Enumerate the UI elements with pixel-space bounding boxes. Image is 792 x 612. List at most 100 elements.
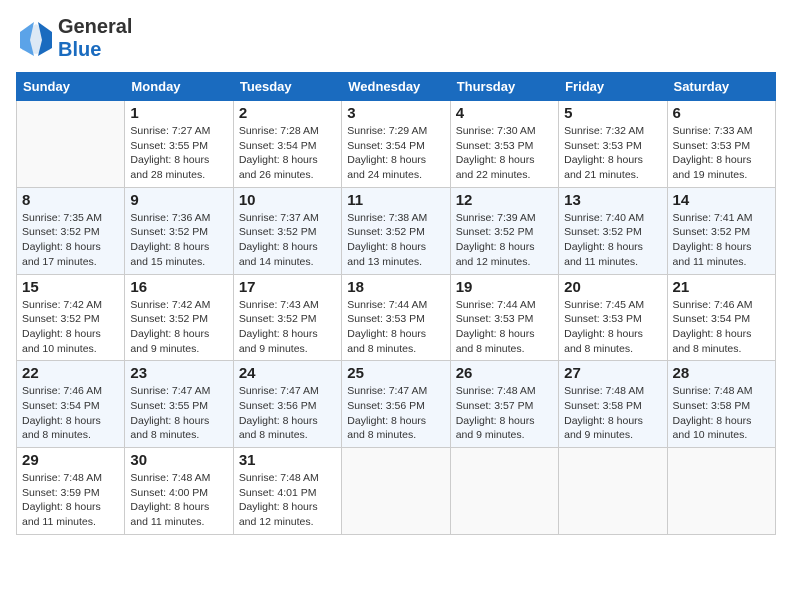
day-number: 15 — [22, 279, 119, 296]
calendar-cell: 24Sunrise: 7:47 AMSunset: 3:56 PMDayligh… — [233, 361, 341, 448]
day-sunrise: Sunrise: 7:47 AMSunset: 3:56 PMDaylight:… — [347, 385, 427, 441]
calendar-cell: 11Sunrise: 7:38 AMSunset: 3:52 PMDayligh… — [342, 187, 450, 274]
day-sunrise: Sunrise: 7:29 AMSunset: 3:54 PMDaylight:… — [347, 125, 427, 181]
calendar-cell: 12 Sunrise: 7:39 AMSunset: 3:52 PMDayligh… — [450, 187, 558, 274]
calendar-cell: 23 Sunrise: 7:47 AMSunset: 3:55 PMDayligh… — [125, 361, 233, 448]
day-sunrise: Sunrise: 7:48 AMSunset: 4:00 PMDaylight:… — [130, 472, 210, 528]
day-number: 1 — [130, 105, 227, 122]
day-number: 14 — [673, 192, 770, 209]
col-header-wednesday: Wednesday — [342, 73, 450, 101]
calendar-cell: 14 Sunrise: 7:41 AMSunset: 3:52 PMDayligh… — [667, 187, 775, 274]
day-number: 23 — [130, 365, 227, 382]
day-number: 4 — [456, 105, 553, 122]
day-sunrise: Sunrise: 7:33 AMSunset: 3:53 PMDaylight:… — [673, 125, 753, 181]
col-header-friday: Friday — [559, 73, 667, 101]
day-number: 26 — [456, 365, 553, 382]
calendar-cell: 13 Sunrise: 7:40 AMSunset: 3:52 PMDayligh… — [559, 187, 667, 274]
day-sunrise: Sunrise: 7:44 AMSunset: 3:53 PMDaylight:… — [347, 299, 427, 355]
day-sunrise: Sunrise: 7:42 AMSunset: 3:52 PMDaylight:… — [130, 299, 210, 355]
day-number: 12 — [456, 192, 553, 209]
day-number: 20 — [564, 279, 661, 296]
col-header-monday: Monday — [125, 73, 233, 101]
day-sunrise: Sunrise: 7:48 AMSunset: 3:57 PMDaylight:… — [456, 385, 536, 441]
day-number: 17 — [239, 279, 336, 296]
day-sunrise: Sunrise: 7:43 AMSunset: 3:52 PMDaylight:… — [239, 299, 319, 355]
calendar-body: 1 Sunrise: 7:27 AMSunset: 3:55 PMDaylight… — [17, 101, 776, 535]
day-sunrise: Sunrise: 7:48 AMSunset: 4:01 PMDaylight:… — [239, 472, 319, 528]
calendar-cell: 31 Sunrise: 7:48 AMSunset: 4:01 PMDayligh… — [233, 448, 341, 535]
general-blue-icon — [16, 20, 54, 58]
day-number: 31 — [239, 452, 336, 469]
calendar-cell: 30 Sunrise: 7:48 AMSunset: 4:00 PMDayligh… — [125, 448, 233, 535]
col-header-tuesday: Tuesday — [233, 73, 341, 101]
day-sunrise: Sunrise: 7:30 AMSunset: 3:53 PMDaylight:… — [456, 125, 536, 181]
calendar-week-2: 8Sunrise: 7:35 AMSunset: 3:52 PMDaylight… — [17, 187, 776, 274]
day-number: 30 — [130, 452, 227, 469]
calendar-cell: 28 Sunrise: 7:48 AMSunset: 3:58 PMDayligh… — [667, 361, 775, 448]
calendar-cell — [559, 448, 667, 535]
calendar-cell — [667, 448, 775, 535]
day-sunrise: Sunrise: 7:37 AMSunset: 3:52 PMDaylight:… — [239, 212, 319, 268]
day-number: 28 — [673, 365, 770, 382]
day-sunrise: Sunrise: 7:39 AMSunset: 3:52 PMDaylight:… — [456, 212, 536, 268]
day-number: 11 — [347, 192, 444, 209]
day-sunrise: Sunrise: 7:48 AMSunset: 3:58 PMDaylight:… — [673, 385, 753, 441]
day-sunrise: Sunrise: 7:42 AMSunset: 3:52 PMDaylight:… — [22, 299, 102, 355]
logo-general: General — [58, 16, 132, 38]
calendar-cell: 8Sunrise: 7:35 AMSunset: 3:52 PMDaylight… — [17, 187, 125, 274]
day-sunrise: Sunrise: 7:46 AMSunset: 3:54 PMDaylight:… — [22, 385, 102, 441]
calendar-cell: 15 Sunrise: 7:42 AMSunset: 3:52 PMDayligh… — [17, 274, 125, 361]
calendar-cell — [450, 448, 558, 535]
calendar-table: SundayMondayTuesdayWednesdayThursdayFrid… — [16, 72, 776, 535]
calendar-cell: 19 Sunrise: 7:44 AMSunset: 3:53 PMDayligh… — [450, 274, 558, 361]
calendar-cell: 1 Sunrise: 7:27 AMSunset: 3:55 PMDaylight… — [125, 101, 233, 188]
day-sunrise: Sunrise: 7:40 AMSunset: 3:52 PMDaylight:… — [564, 212, 644, 268]
day-number: 9 — [130, 192, 227, 209]
calendar-cell — [17, 101, 125, 188]
day-number: 22 — [22, 365, 119, 382]
calendar-header-row: SundayMondayTuesdayWednesdayThursdayFrid… — [17, 73, 776, 101]
calendar-week-5: 29Sunrise: 7:48 AMSunset: 3:59 PMDayligh… — [17, 448, 776, 535]
day-sunrise: Sunrise: 7:27 AMSunset: 3:55 PMDaylight:… — [130, 125, 210, 181]
day-number: 25 — [347, 365, 444, 382]
day-sunrise: Sunrise: 7:32 AMSunset: 3:53 PMDaylight:… — [564, 125, 644, 181]
day-number: 5 — [564, 105, 661, 122]
day-sunrise: Sunrise: 7:44 AMSunset: 3:53 PMDaylight:… — [456, 299, 536, 355]
calendar-cell: 6 Sunrise: 7:33 AMSunset: 3:53 PMDaylight… — [667, 101, 775, 188]
col-header-thursday: Thursday — [450, 73, 558, 101]
page-header: General Blue — [16, 16, 776, 62]
calendar-cell: 21Sunrise: 7:46 AMSunset: 3:54 PMDayligh… — [667, 274, 775, 361]
day-number: 6 — [673, 105, 770, 122]
logo-area: General Blue — [16, 16, 132, 62]
day-sunrise: Sunrise: 7:46 AMSunset: 3:54 PMDaylight:… — [673, 299, 753, 355]
calendar-cell: 18Sunrise: 7:44 AMSunset: 3:53 PMDayligh… — [342, 274, 450, 361]
calendar-cell: 4 Sunrise: 7:30 AMSunset: 3:53 PMDaylight… — [450, 101, 558, 188]
day-number: 27 — [564, 365, 661, 382]
calendar-cell: 20 Sunrise: 7:45 AMSunset: 3:53 PMDayligh… — [559, 274, 667, 361]
day-sunrise: Sunrise: 7:48 AMSunset: 3:58 PMDaylight:… — [564, 385, 644, 441]
day-number: 13 — [564, 192, 661, 209]
calendar-week-3: 15 Sunrise: 7:42 AMSunset: 3:52 PMDayligh… — [17, 274, 776, 361]
calendar-cell: 25 Sunrise: 7:47 AMSunset: 3:56 PMDayligh… — [342, 361, 450, 448]
calendar-cell: 16Sunrise: 7:42 AMSunset: 3:52 PMDayligh… — [125, 274, 233, 361]
calendar-cell: 3Sunrise: 7:29 AMSunset: 3:54 PMDaylight… — [342, 101, 450, 188]
calendar-week-1: 1 Sunrise: 7:27 AMSunset: 3:55 PMDaylight… — [17, 101, 776, 188]
day-sunrise: Sunrise: 7:36 AMSunset: 3:52 PMDaylight:… — [130, 212, 210, 268]
calendar-cell: 17 Sunrise: 7:43 AMSunset: 3:52 PMDayligh… — [233, 274, 341, 361]
calendar-cell: 5 Sunrise: 7:32 AMSunset: 3:53 PMDaylight… — [559, 101, 667, 188]
day-sunrise: Sunrise: 7:45 AMSunset: 3:53 PMDaylight:… — [564, 299, 644, 355]
calendar-cell: 22 Sunrise: 7:46 AMSunset: 3:54 PMDayligh… — [17, 361, 125, 448]
day-sunrise: Sunrise: 7:41 AMSunset: 3:52 PMDaylight:… — [673, 212, 753, 268]
calendar-cell: 10 Sunrise: 7:37 AMSunset: 3:52 PMDayligh… — [233, 187, 341, 274]
day-number: 19 — [456, 279, 553, 296]
day-sunrise: Sunrise: 7:35 AMSunset: 3:52 PMDaylight:… — [22, 212, 102, 268]
day-sunrise: Sunrise: 7:28 AMSunset: 3:54 PMDaylight:… — [239, 125, 319, 181]
day-sunrise: Sunrise: 7:47 AMSunset: 3:56 PMDaylight:… — [239, 385, 319, 441]
day-sunrise: Sunrise: 7:47 AMSunset: 3:55 PMDaylight:… — [130, 385, 210, 441]
col-header-sunday: Sunday — [17, 73, 125, 101]
calendar-cell — [342, 448, 450, 535]
calendar-cell: 9 Sunrise: 7:36 AMSunset: 3:52 PMDaylight… — [125, 187, 233, 274]
day-number: 10 — [239, 192, 336, 209]
col-header-saturday: Saturday — [667, 73, 775, 101]
day-sunrise: Sunrise: 7:48 AMSunset: 3:59 PMDaylight:… — [22, 472, 102, 528]
